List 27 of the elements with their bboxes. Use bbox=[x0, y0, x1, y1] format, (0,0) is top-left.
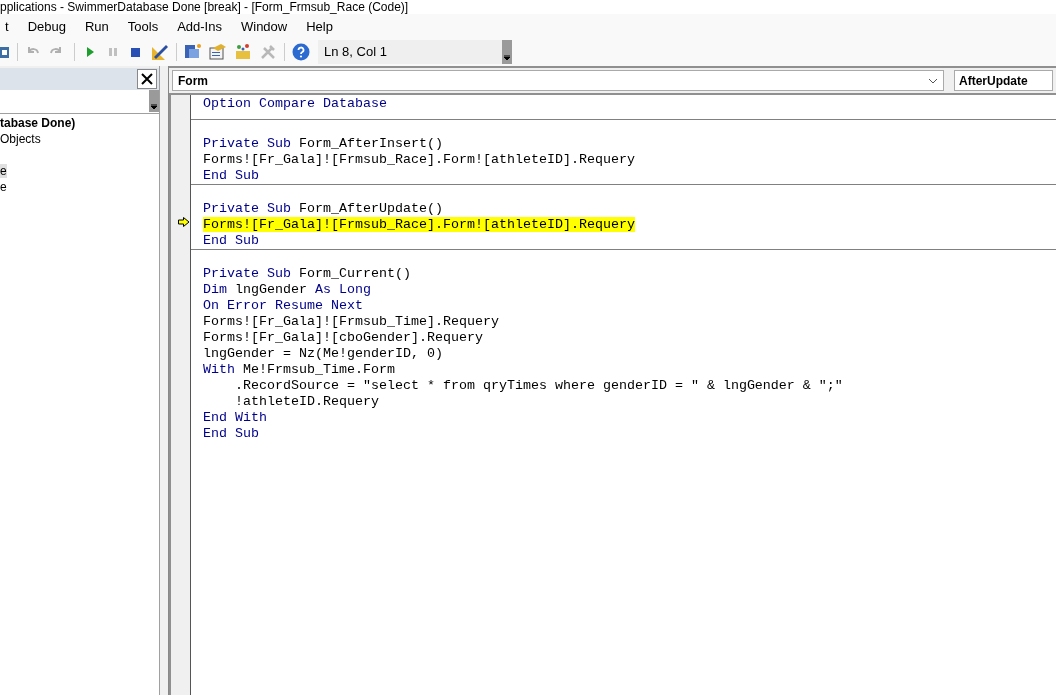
chevron-down-icon bbox=[928, 77, 938, 84]
arrow-icon bbox=[178, 217, 190, 227]
menu-item[interactable]: Help bbox=[306, 17, 333, 37]
menu-item[interactable]: Tools bbox=[127, 17, 159, 37]
window-title: pplications - SwimmerDatabase Done [break] - [Form_Frmsub_Race (Code)] bbox=[0, 0, 409, 14]
close-button[interactable] bbox=[137, 69, 157, 89]
menu-item[interactable]: Add-Ins bbox=[177, 17, 222, 37]
object-dropdown-text: Form bbox=[178, 72, 208, 90]
project-explorer-icon[interactable] bbox=[184, 43, 202, 61]
options-button[interactable] bbox=[149, 90, 159, 112]
toolbar-options-button[interactable] bbox=[502, 40, 512, 64]
menu-item[interactable]: Window bbox=[240, 17, 288, 37]
tree-item[interactable]: Objects bbox=[0, 132, 41, 146]
help-icon[interactable] bbox=[292, 43, 310, 61]
menu-item[interactable]: Run bbox=[84, 17, 109, 37]
menu-item[interactable]: Debug bbox=[27, 17, 66, 37]
procedure-dropdown[interactable]: AfterUpdate bbox=[954, 70, 1053, 91]
object-browser-icon[interactable] bbox=[234, 43, 252, 61]
tree-item[interactable]: e bbox=[0, 164, 7, 178]
menu-item[interactable]: t bbox=[5, 17, 9, 37]
caret-icon bbox=[504, 55, 510, 61]
caret-icon bbox=[151, 104, 157, 110]
cursor-position: Ln 8, Col 1 bbox=[323, 43, 387, 62]
object-dropdown[interactable]: Form bbox=[172, 70, 944, 91]
properties-icon[interactable] bbox=[209, 43, 227, 61]
ruler-pencil-icon[interactable] bbox=[151, 43, 169, 61]
tree-item[interactable]: tabase Done) bbox=[0, 116, 76, 130]
